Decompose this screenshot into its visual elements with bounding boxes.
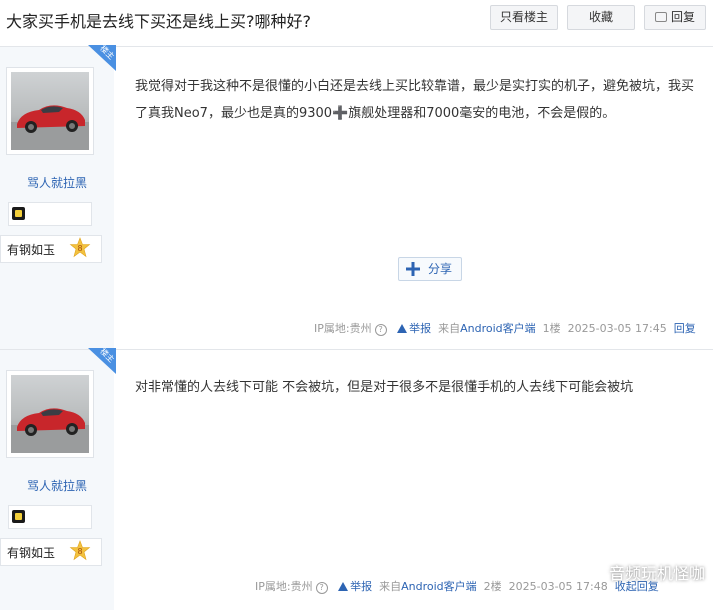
post-time: 2025-03-05 17:45: [567, 322, 667, 335]
floor-number: 1楼: [542, 322, 561, 335]
post-source: 来自Android客户端: [438, 322, 536, 335]
report-link[interactable]: 举报: [397, 322, 431, 335]
author-sidebar: 楼主 骂人就拉黑 有钢如玉 8: [0, 348, 116, 610]
author-sidebar: 楼主 骂人就拉黑 有钢如玉 8: [0, 45, 116, 349]
user-badge: [8, 202, 92, 226]
share-label: 分享: [428, 262, 453, 276]
only-op-button[interactable]: 只看楼主: [490, 5, 558, 30]
android-client-link[interactable]: Android客户端: [460, 322, 536, 335]
thread-title: 大家买手机是去线下买还是线上买?哪种好?: [6, 12, 311, 31]
warning-icon: [397, 324, 408, 333]
level-star-icon: 8: [69, 540, 91, 561]
post-content: 我觉得对于我这种不是很懂的小白还是去线上买比较靠谱，最少是实打实的机子，避免被坑…: [135, 79, 695, 121]
level-star-icon: 8: [69, 237, 91, 258]
reply-button[interactable]: 回复: [644, 5, 706, 30]
android-client-link[interactable]: Android客户端: [401, 580, 477, 593]
user-badge: [8, 505, 92, 529]
avatar[interactable]: [6, 370, 94, 458]
post-floor-2: 楼主 骂人就拉黑 有钢如玉 8 对非常懂的人去线下可能 不会被坑，但是对于很多不…: [0, 348, 713, 610]
user-level[interactable]: 有钢如玉 8: [0, 538, 102, 566]
avatar[interactable]: [6, 67, 94, 155]
svg-text:8: 8: [77, 244, 82, 253]
reply-link[interactable]: 回复: [674, 322, 696, 335]
level-name: 有钢如玉: [7, 546, 56, 560]
post-time: 2025-03-05 17:48: [508, 580, 608, 593]
username-link[interactable]: 骂人就拉黑: [0, 174, 114, 191]
user-level[interactable]: 有钢如玉 8: [0, 235, 102, 263]
warning-icon: [338, 582, 349, 591]
ip-location: IP属地:贵州: [314, 322, 372, 335]
floor-number: 2楼: [483, 580, 502, 593]
post-meta: IP属地:贵州? 举报 来自Android客户端 1楼 2025-03-05 1…: [314, 320, 696, 336]
post-source: 来自Android客户端: [379, 580, 477, 593]
avatar-image: [11, 375, 89, 453]
reply-button-label: 回复: [670, 10, 695, 24]
avatar-image: [11, 72, 89, 150]
svg-text:8: 8: [77, 547, 82, 556]
favorite-button[interactable]: 收藏: [567, 5, 635, 30]
share-button[interactable]: 分享: [398, 257, 462, 281]
username-link[interactable]: 骂人就拉黑: [0, 477, 114, 494]
help-icon[interactable]: ?: [315, 582, 328, 594]
badge-icon: [12, 207, 25, 220]
badge-icon: [12, 510, 25, 523]
comment-icon: [654, 12, 667, 22]
report-link[interactable]: 举报: [338, 580, 372, 593]
help-icon[interactable]: ?: [374, 324, 387, 336]
plus-icon: [406, 262, 420, 276]
level-name: 有钢如玉: [7, 243, 56, 257]
thread-header: 大家买手机是去线下买还是线上买?哪种好? 只看楼主 收藏 回复: [0, 0, 713, 47]
post-floor-1: 楼主 骂人就拉黑 有钢如玉 8 我觉得对于我这种不是很懂的小白还是去线上买比较靠…: [0, 45, 713, 350]
watermark: 音频玩机怪咖: [608, 564, 705, 583]
post-content: 对非常懂的人去线下可能 不会被坑，但是对于很多不是很懂手机的人去线下可能会被坑: [135, 380, 634, 395]
ip-location: IP属地:贵州: [255, 580, 313, 593]
